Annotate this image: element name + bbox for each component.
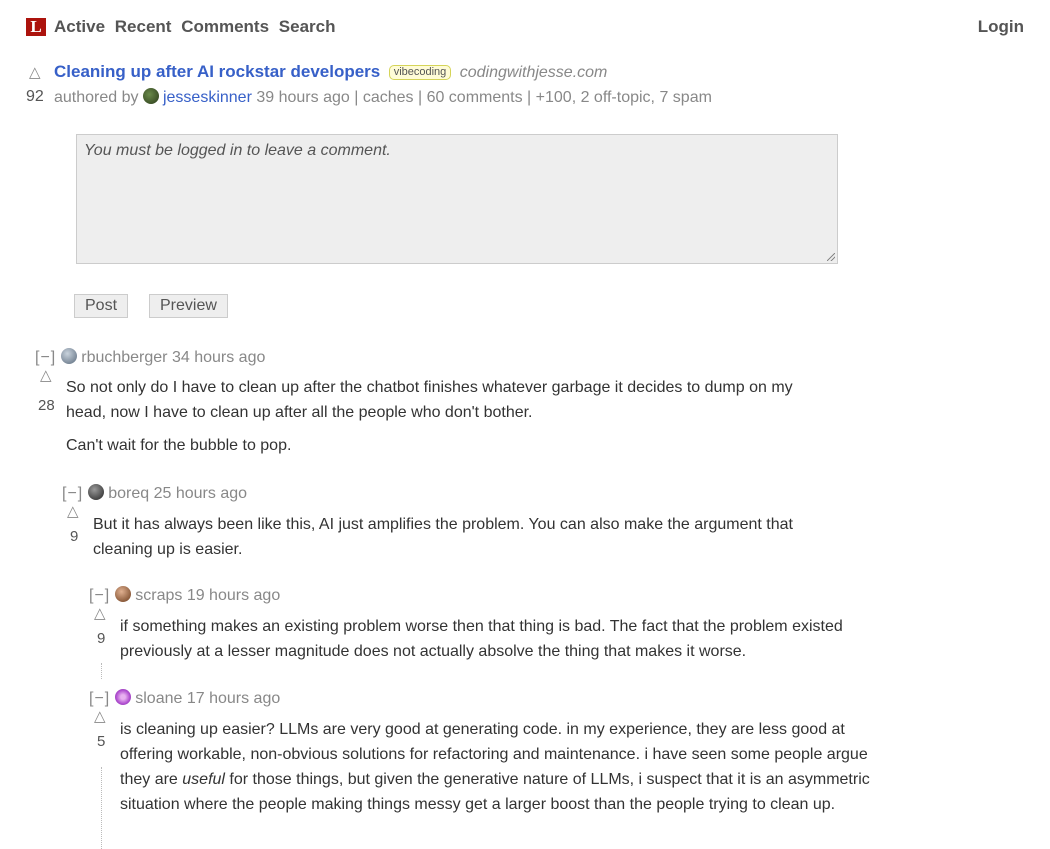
nav-link-active[interactable]: Active <box>54 17 105 36</box>
upvote-icon[interactable]: △ <box>94 707 106 725</box>
comment-body: But it has always been like this, AI jus… <box>93 512 853 570</box>
commenter-link[interactable]: rbuchberger <box>81 349 167 366</box>
comment-score: 5 <box>97 733 106 750</box>
comment-header: [−] sloane 17 hours ago <box>89 689 280 708</box>
comment-score: 28 <box>38 397 55 414</box>
comments-link[interactable]: 60 comments <box>427 89 523 106</box>
comment-text: for those things, but given the generati… <box>120 771 870 813</box>
comment-header: [−] rbuchberger 34 hours ago <box>35 348 265 367</box>
comment: [−] boreq 25 hours ago △ 9 But it has alw… <box>62 484 862 564</box>
collapse-toggle[interactable]: [−] <box>89 587 110 604</box>
collapse-toggle[interactable]: [−] <box>62 485 83 502</box>
commenter-link[interactable]: boreq <box>108 485 149 502</box>
comment-time: 19 hours ago <box>186 587 281 604</box>
comment-score: 9 <box>70 528 79 545</box>
thread-line[interactable] <box>101 767 102 849</box>
upvote-icon[interactable]: △ <box>29 63 41 81</box>
collapse-toggle[interactable]: [−] <box>89 690 110 707</box>
comment-time: 34 hours ago <box>171 349 266 366</box>
story-time: 39 hours ago <box>256 89 350 106</box>
resize-grip-icon[interactable] <box>827 253 835 261</box>
caches-link[interactable]: caches <box>363 89 414 106</box>
comment-paragraph: if something makes an existing problem w… <box>120 618 843 660</box>
story-title-line: Cleaning up after AI rockstar developers… <box>54 62 607 82</box>
comment-header: [−] scraps 19 hours ago <box>89 586 280 605</box>
story-title-link[interactable]: Cleaning up after AI rockstar developers <box>54 62 380 81</box>
commenter-avatar[interactable] <box>115 586 132 602</box>
story-flags: +100, 2 off-topic, 7 spam <box>535 89 712 106</box>
comment: [−] scraps 19 hours ago △ 9 if something … <box>89 586 889 681</box>
author-avatar[interactable] <box>142 88 159 104</box>
commenter-link[interactable]: scraps <box>135 587 182 604</box>
nav-link-comments[interactable]: Comments <box>181 17 269 36</box>
lobsters-logo[interactable]: L <box>26 18 46 36</box>
comment-header: [−] boreq 25 hours ago <box>62 484 247 503</box>
comment-score: 9 <box>97 630 106 647</box>
comment-paragraph: So not only do I have to clean up after … <box>66 379 793 421</box>
comment-paragraph: Can't wait for the bubble to pop. <box>66 437 292 454</box>
comment: [−] sloane 17 hours ago △ 5 is cleaning u… <box>89 689 889 849</box>
preview-button[interactable]: Preview <box>149 294 228 318</box>
thread-line[interactable] <box>101 663 102 679</box>
post-button[interactable]: Post <box>74 294 129 318</box>
comment-body: So not only do I have to clean up after … <box>66 375 826 466</box>
commenter-avatar[interactable] <box>88 484 105 500</box>
nav-link-recent[interactable]: Recent <box>115 17 172 36</box>
commenter-avatar[interactable] <box>115 689 132 705</box>
comment-time: 17 hours ago <box>186 690 281 707</box>
story-tag[interactable]: vibecoding <box>388 65 452 80</box>
comment: [−] rbuchberger 34 hours ago △ 28 So not … <box>35 348 835 463</box>
nav-links: Active Recent Comments Search <box>54 17 340 37</box>
story-domain[interactable]: codingwithjesse.com <box>460 64 608 81</box>
author-link[interactable]: jesseskinner <box>163 89 252 106</box>
upvote-icon[interactable]: △ <box>94 604 106 622</box>
comment-textarea[interactable]: You must be logged in to leave a comment… <box>76 134 838 264</box>
comment-paragraph: But it has always been like this, AI jus… <box>93 516 793 558</box>
upvote-icon[interactable]: △ <box>40 366 52 384</box>
collapse-toggle[interactable]: [−] <box>35 349 56 366</box>
comment-body: if something makes an existing problem w… <box>120 614 880 672</box>
nav-link-search[interactable]: Search <box>279 17 336 36</box>
comment-placeholder: You must be logged in to leave a comment… <box>84 142 391 159</box>
top-nav: L Active Recent Comments Search Login <box>26 17 1024 37</box>
commenter-avatar[interactable] <box>61 348 78 364</box>
commenter-link[interactable]: sloane <box>135 690 182 707</box>
story-score: 92 <box>26 88 44 105</box>
comment-emphasis: useful <box>182 771 225 788</box>
story-byline: authored by jesseskinner 39 hours ago | … <box>54 88 712 106</box>
comment-body: is cleaning up easier? LLMs are very goo… <box>120 717 880 825</box>
comment-time: 25 hours ago <box>153 485 248 502</box>
comment-paragraph: is cleaning up easier? LLMs are very goo… <box>120 717 880 817</box>
login-link[interactable]: Login <box>978 17 1024 37</box>
upvote-icon[interactable]: △ <box>67 502 79 520</box>
authored-by-label: authored by <box>54 89 139 106</box>
